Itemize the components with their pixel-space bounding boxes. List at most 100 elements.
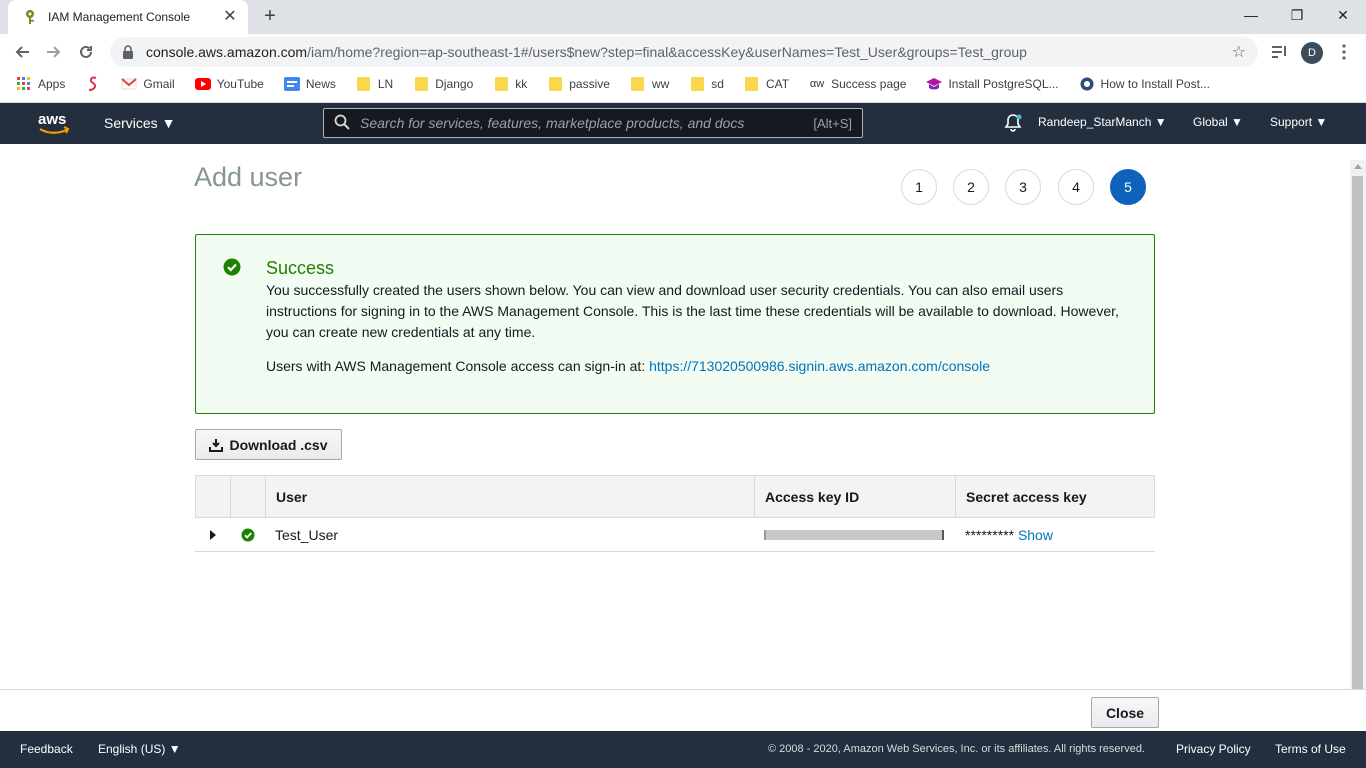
graduation-cap-icon — [926, 76, 943, 92]
scroll-up-icon[interactable] — [1354, 164, 1362, 169]
gmail-icon — [121, 76, 138, 92]
bookmark-how-to-install[interactable]: How to Install Post... — [1079, 76, 1210, 92]
services-menu[interactable]: Services ▼ — [104, 115, 175, 131]
window-close-icon[interactable]: ✕ — [1320, 0, 1366, 30]
media-queue-icon[interactable] — [1268, 40, 1292, 64]
tab-title: IAM Management Console — [48, 10, 191, 24]
bookmark-star-icon[interactable]: ☆ — [1232, 42, 1246, 62]
table-row: Test_User ********* Show — [195, 518, 1155, 552]
bookmark-label: Success page — [831, 77, 907, 91]
bookmark-ln[interactable]: LN — [356, 76, 393, 92]
google-news-icon — [283, 76, 300, 92]
wizard-step-3[interactable]: 3 — [1005, 169, 1041, 205]
reload-icon[interactable] — [74, 40, 98, 64]
bookmark-cat[interactable]: CAT — [744, 76, 789, 92]
bookmark-label: How to Install Post... — [1100, 77, 1210, 91]
bookmark-label: kk — [515, 77, 528, 91]
row-success-icon — [230, 528, 265, 542]
bookmark-kk[interactable]: kk — [493, 76, 527, 92]
bookmark-label: News — [305, 77, 336, 91]
region-menu[interactable]: Global ▼ — [1193, 115, 1243, 129]
secret-key-cell: ********* Show — [955, 527, 1153, 543]
users-table: User Access key ID Secret access key Tes… — [195, 475, 1155, 552]
expand-column-header — [196, 476, 231, 517]
account-menu[interactable]: Randeep_StarManch ▼ — [1038, 115, 1167, 129]
secret-key-column-header[interactable]: Secret access key — [956, 476, 1154, 517]
folder-icon — [744, 76, 760, 92]
user-name-cell: Test_User — [275, 526, 339, 543]
status-column-header — [231, 476, 266, 517]
minimize-icon[interactable]: — — [1228, 0, 1274, 30]
restore-icon[interactable]: ❐ — [1274, 0, 1320, 30]
bookmark-ww[interactable]: ww — [630, 76, 669, 92]
bookmark-news[interactable]: News — [283, 76, 336, 92]
address-bar[interactable]: console.aws.amazon.com/iam/home?region=a… — [110, 37, 1258, 67]
language-selector[interactable]: English (US) ▼ — [98, 742, 181, 756]
account-label: Randeep_StarManch — [1038, 115, 1152, 129]
wizard-step-4[interactable]: 4 — [1058, 169, 1094, 205]
bookmark-youtube[interactable]: YouTube — [194, 76, 264, 92]
profile-avatar[interactable]: D — [1301, 42, 1323, 64]
bookmark-label: Apps — [38, 77, 66, 91]
bookmark-unnamed[interactable] — [85, 76, 107, 92]
user-column-header[interactable]: User — [266, 476, 755, 517]
expand-row-icon[interactable] — [195, 529, 230, 540]
back-icon[interactable] — [10, 40, 34, 64]
search-shortcut: [Alt+S] — [813, 115, 852, 131]
page-scrollbar[interactable] — [1350, 160, 1366, 689]
folder-icon — [356, 76, 372, 92]
support-menu[interactable]: Support ▼ — [1270, 115, 1327, 129]
more-menu-icon[interactable] — [1332, 40, 1356, 64]
bookmark-install-postgresql[interactable]: Install PostgreSQL... — [926, 76, 1059, 92]
caret-down-icon: ▼ — [1154, 115, 1167, 129]
access-key-column-header[interactable]: Access key ID — [755, 476, 956, 517]
site-logo-icon — [1079, 76, 1095, 92]
folder-icon — [689, 76, 705, 92]
key-icon — [22, 9, 38, 25]
folder-icon — [630, 76, 646, 92]
feedback-link[interactable]: Feedback — [20, 742, 73, 756]
signin-info: Users with AWS Management Console access… — [266, 358, 990, 374]
close-button[interactable]: Close — [1091, 697, 1159, 728]
secret-mask: ********* — [965, 526, 1015, 543]
bookmark-label: Django — [435, 77, 474, 91]
close-tab-icon[interactable]: ✕ — [222, 9, 238, 25]
signin-url-link[interactable]: https://713020500986.signin.aws.amazon.c… — [649, 358, 990, 374]
forward-icon[interactable] — [42, 40, 66, 64]
wizard-step-2[interactable]: 2 — [953, 169, 989, 205]
page-content — [0, 144, 1350, 689]
url-domain: console.aws.amazon.com — [146, 44, 308, 60]
browser-toolbar: console.aws.amazon.com/iam/home?region=a… — [0, 34, 1366, 70]
bookmark-passive[interactable]: passive — [547, 76, 610, 92]
bookmark-django[interactable]: Django — [413, 76, 473, 92]
caret-down-icon: ▼ — [1231, 115, 1243, 129]
bookmark-sd[interactable]: sd — [689, 76, 724, 92]
success-title: Success — [266, 258, 335, 278]
scrollbar-thumb[interactable] — [1352, 176, 1363, 689]
search-icon — [334, 114, 350, 133]
success-message: You successfully created the users shown… — [266, 282, 1119, 340]
bell-icon[interactable] — [1003, 113, 1023, 133]
bookmark-gmail[interactable]: Gmail — [121, 76, 175, 92]
support-label: Support — [1270, 115, 1313, 129]
browser-tab-strip: IAM Management Console ✕ + — ❐ ✕ — [0, 0, 1366, 34]
folder-icon — [547, 76, 563, 92]
terms-of-use-link[interactable]: Terms of Use — [1275, 742, 1346, 756]
folder-icon — [493, 76, 509, 92]
aws-logo-icon[interactable]: aws — [37, 109, 71, 137]
wizard-step-1[interactable]: 1 — [901, 169, 937, 205]
caret-down-icon: ▼ — [161, 115, 176, 131]
scribble-icon — [85, 76, 101, 92]
new-tab-icon[interactable]: + — [260, 6, 280, 26]
bookmark-label: YouTube — [216, 77, 264, 91]
aws-search-input[interactable]: Search for services, features, marketpla… — [323, 108, 863, 138]
success-alert: Success You successfully created the use… — [195, 234, 1155, 414]
bookmark-apps[interactable]: Apps — [16, 76, 65, 92]
bookmark-success-page[interactable]: αw Success page — [809, 76, 907, 92]
show-secret-link[interactable]: Show — [1018, 527, 1053, 543]
bookmark-label: CAT — [765, 77, 790, 91]
wizard-step-5: 5 — [1110, 169, 1146, 205]
privacy-policy-link[interactable]: Privacy Policy — [1176, 742, 1251, 756]
download-csv-button[interactable]: Download .csv — [195, 429, 342, 460]
browser-tab[interactable]: IAM Management Console ✕ — [8, 0, 248, 34]
